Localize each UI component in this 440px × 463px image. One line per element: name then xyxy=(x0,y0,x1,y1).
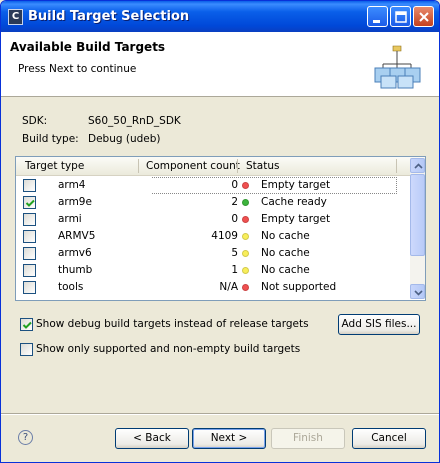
title-bar[interactable]: C Build Target Selection xyxy=(1,1,439,32)
close-icon xyxy=(419,12,429,22)
status-dot-icon xyxy=(242,199,249,206)
show-debug-checkbox[interactable] xyxy=(20,318,33,331)
scroll-down-button[interactable] xyxy=(410,284,425,299)
sdk-label: SDK: xyxy=(22,115,48,127)
target-name-cell: armv6 xyxy=(58,247,92,259)
maximize-button[interactable] xyxy=(390,6,411,27)
checkbox-checked-icon xyxy=(22,321,32,329)
page-title: Available Build Targets xyxy=(10,40,166,54)
show-debug-label[interactable]: Show debug build targets instead of rele… xyxy=(36,318,309,330)
add-sis-files-button[interactable]: Add SIS files... xyxy=(338,314,420,335)
back-button-label: < Back xyxy=(133,432,171,444)
finish-button-label: Finish xyxy=(293,432,323,444)
status-cell: Cache ready xyxy=(261,196,327,208)
status-cell: No cache xyxy=(261,230,310,242)
target-checkbox[interactable] xyxy=(23,230,36,243)
dialog-window: C Build Target Selection Available Build… xyxy=(0,0,440,463)
target-name-cell: arm4 xyxy=(58,179,86,191)
close-button[interactable] xyxy=(413,6,434,27)
target-checkbox[interactable] xyxy=(23,179,36,192)
component-count-cell: 1 xyxy=(231,264,238,276)
back-button[interactable]: < Back xyxy=(115,428,189,449)
component-count-cell: 0 xyxy=(231,179,238,191)
scroll-thumb[interactable] xyxy=(410,174,425,256)
target-name-cell: tools xyxy=(58,281,84,293)
component-count-cell: 0 xyxy=(231,213,238,225)
next-button[interactable]: Next > xyxy=(192,428,266,449)
table-row[interactable]: arm9e 2 Cache ready xyxy=(16,194,410,211)
column-divider[interactable] xyxy=(396,159,397,173)
table-row[interactable]: arm4 0 Empty target xyxy=(16,177,410,194)
column-header-component-count[interactable]: Component count xyxy=(146,160,240,172)
next-button-label: Next > xyxy=(210,432,248,444)
help-icon[interactable]: ? xyxy=(18,430,33,445)
wizard-header: Available Build Targets Press Next to co… xyxy=(1,32,439,97)
wizard-banner-icon xyxy=(374,45,421,89)
checkbox-checked-icon xyxy=(25,199,35,207)
target-name-cell: arm9e xyxy=(58,196,92,208)
column-header-target-type[interactable]: Target type xyxy=(25,160,84,172)
table-body: arm4 0 Empty target arm9e 2 Cache ready armi 0 E… xyxy=(16,177,410,300)
component-count-cell: 4109 xyxy=(211,230,238,242)
status-dot-icon xyxy=(242,182,249,189)
minimize-icon xyxy=(373,20,380,23)
table-row[interactable]: armi 0 Empty target xyxy=(16,211,410,228)
table-row[interactable]: armv6 5 No cache xyxy=(16,245,410,262)
app-icon: C xyxy=(8,9,23,25)
chevron-up-icon xyxy=(414,163,423,169)
status-dot-icon xyxy=(242,284,249,291)
component-count-cell: 5 xyxy=(231,247,238,259)
build-type-value: Debug (udeb) xyxy=(88,133,161,145)
target-checkbox[interactable] xyxy=(23,247,36,260)
target-checkbox[interactable] xyxy=(23,213,36,226)
scroll-up-button[interactable] xyxy=(410,158,425,173)
maximize-icon xyxy=(395,11,407,23)
vertical-scrollbar[interactable] xyxy=(410,158,425,299)
cancel-button[interactable]: Cancel xyxy=(352,428,426,449)
table-row[interactable]: thumb 1 No cache xyxy=(16,262,410,279)
show-supported-label[interactable]: Show only supported and non-empty build … xyxy=(36,343,300,355)
component-count-cell: N/A xyxy=(219,281,238,293)
target-name-cell: armi xyxy=(58,213,82,225)
table-row[interactable]: ARMV5 4109 No cache xyxy=(16,228,410,245)
minimize-button[interactable] xyxy=(367,6,388,27)
status-cell: Empty target xyxy=(261,179,331,191)
target-name-cell: thumb xyxy=(58,264,93,276)
window-title: Build Target Selection xyxy=(28,9,190,24)
status-dot-icon xyxy=(242,267,249,274)
footer-divider xyxy=(1,413,439,415)
status-cell: Not supported xyxy=(261,281,337,293)
table-header: Target type Component count Status xyxy=(16,157,425,176)
finish-button[interactable]: Finish xyxy=(271,428,345,449)
target-checkbox[interactable] xyxy=(23,196,36,209)
build-targets-table[interactable]: Target type Component count Status arm4 0… xyxy=(15,156,426,301)
column-header-status[interactable]: Status xyxy=(246,160,279,172)
page-subtitle: Press Next to continue xyxy=(18,63,137,75)
column-divider[interactable] xyxy=(237,159,238,173)
target-checkbox[interactable] xyxy=(23,264,36,277)
show-supported-checkbox[interactable] xyxy=(20,343,33,356)
cancel-button-label: Cancel xyxy=(371,432,407,444)
build-type-label: Build type: xyxy=(22,133,79,145)
component-count-cell: 2 xyxy=(231,196,238,208)
chevron-down-icon xyxy=(414,290,423,296)
column-divider[interactable] xyxy=(138,159,139,173)
target-checkbox[interactable] xyxy=(23,281,36,294)
status-dot-icon xyxy=(242,233,249,240)
status-cell: No cache xyxy=(261,264,310,276)
status-dot-icon xyxy=(242,250,249,257)
table-row[interactable]: tools N/A Not supported xyxy=(16,279,410,296)
target-name-cell: ARMV5 xyxy=(58,230,96,242)
status-cell: Empty target xyxy=(261,213,331,225)
sdk-value: S60_50_RnD_SDK xyxy=(88,115,181,127)
status-cell: No cache xyxy=(261,247,310,259)
status-dot-icon xyxy=(242,216,249,223)
